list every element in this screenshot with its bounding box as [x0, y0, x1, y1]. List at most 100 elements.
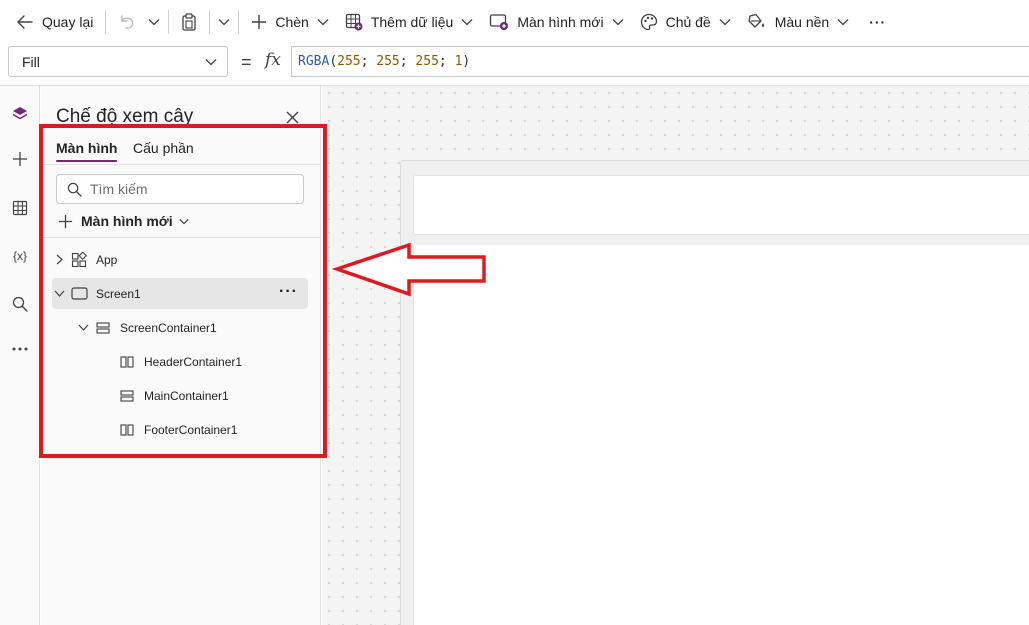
collapse-toggle[interactable] [76, 324, 90, 331]
back-label: Quay lại [42, 14, 94, 30]
tree-item-label: ScreenContainer1 [120, 320, 217, 335]
chevron-down-icon [54, 290, 64, 297]
chevron-down-icon [461, 19, 473, 26]
chevron-down-icon [218, 19, 230, 26]
design-canvas[interactable] [322, 86, 1029, 625]
panel-divider [41, 164, 321, 165]
search-rail-button[interactable] [4, 288, 36, 320]
tree-item-label: HeaderContainer1 [144, 354, 243, 369]
toolbar-divider [209, 10, 211, 34]
formula-separator: ; [360, 54, 377, 69]
formula-separator: ; [399, 54, 416, 69]
formula-paren-close: ) [462, 54, 471, 69]
add-data-button[interactable]: Thêm dữ liệu [337, 6, 482, 38]
tab-screens[interactable]: Màn hình [56, 140, 117, 156]
toolbar-divider [238, 10, 240, 34]
undo-dropdown-button[interactable] [144, 6, 164, 38]
search-icon [12, 296, 28, 312]
chevron-right-icon [56, 254, 63, 265]
horizontal-container-icon [118, 423, 136, 436]
tree-view-button[interactable] [4, 98, 36, 130]
paste-button[interactable] [173, 6, 205, 38]
tree-item-headercontainer1[interactable]: HeaderContainer1 [52, 346, 308, 377]
formula-arg: 255 [415, 54, 439, 69]
insert-button[interactable]: Chèn [243, 6, 336, 38]
new-screen-link[interactable]: Màn hình mới [58, 211, 189, 231]
formula-arg: 255 [337, 54, 361, 69]
app-icon [70, 251, 88, 268]
header-container-preview[interactable] [413, 175, 1029, 235]
power-apps-studio: Quay lại Chèn Thêm dữ liệu Màn hình mới … [0, 0, 1029, 625]
new-screen-label: Màn hình mới [517, 14, 604, 30]
formula-arg: 255 [376, 54, 400, 69]
paint-bucket-icon [748, 13, 764, 28]
palette-icon [640, 13, 657, 31]
search-icon [67, 182, 82, 197]
toolbar-divider [168, 10, 170, 34]
insert-label: Chèn [275, 14, 309, 30]
panel-divider [41, 237, 321, 238]
formula-paren-open: ( [329, 54, 338, 69]
main-container-preview[interactable] [413, 245, 1029, 625]
plus-icon [252, 15, 267, 29]
formula-separator: ; [438, 54, 455, 69]
tree-item-label: Screen1 [96, 286, 141, 301]
tree-view-panel: Chế độ xem cây Màn hình Cấu phần Màn hìn… [41, 86, 321, 625]
close-panel-button[interactable] [281, 106, 303, 128]
property-value: Fill [22, 53, 40, 70]
more-commands-button[interactable]: ··· [857, 6, 898, 38]
search-input[interactable] [90, 181, 290, 197]
plus-icon [58, 214, 73, 228]
add-data-label: Thêm dữ liệu [370, 14, 454, 30]
new-screen-button[interactable]: Màn hình mới [481, 6, 631, 38]
left-rail: {x} [0, 86, 40, 625]
undo-icon [121, 15, 134, 29]
fx-icon[interactable]: fx [265, 50, 281, 70]
undo-button[interactable] [110, 6, 144, 38]
variables-rail-button[interactable]: {x} [4, 240, 36, 272]
insert-rail-button[interactable] [4, 143, 36, 175]
panel-title: Chế độ xem cây [56, 106, 194, 127]
more-options-button[interactable]: ··· [279, 283, 298, 301]
screen-preview[interactable] [400, 160, 1029, 625]
vertical-container-icon [94, 321, 112, 334]
table-add-icon [345, 13, 363, 31]
more-rail-button[interactable] [4, 333, 36, 365]
tree-item-label: FooterContainer1 [144, 422, 238, 437]
chevron-down-icon [205, 58, 217, 65]
screen-add-icon [490, 14, 509, 30]
active-tab-indicator [56, 160, 117, 162]
table-icon [12, 200, 28, 216]
equals-sign: = [241, 52, 252, 72]
layers-icon [12, 107, 28, 120]
more-icon: ··· [869, 14, 887, 30]
tree-item-maincontainer1[interactable]: MainContainer1 [52, 380, 308, 411]
chevron-down-icon [78, 324, 88, 331]
tree-item-screen1[interactable]: Screen1 ··· [52, 278, 308, 309]
tree-item-footercontainer1[interactable]: FooterContainer1 [52, 414, 308, 445]
expand-toggle[interactable] [52, 254, 66, 265]
tree-item-app[interactable]: App [52, 244, 308, 275]
chevron-down-icon [317, 19, 329, 26]
data-rail-button[interactable] [4, 192, 36, 224]
background-color-label: Màu nền [774, 14, 830, 30]
horizontal-container-icon [118, 355, 136, 368]
tree-item-screencontainer1[interactable]: ScreenContainer1 [52, 312, 308, 343]
new-screen-label: Màn hình mới [81, 213, 173, 229]
background-color-button[interactable]: Màu nền [739, 6, 857, 38]
collapse-toggle[interactable] [52, 290, 66, 297]
back-button[interactable]: Quay lại [0, 6, 101, 38]
tree-item-label: MainContainer1 [144, 388, 229, 403]
arrow-left-icon [17, 15, 33, 29]
tree-item-label: App [96, 252, 118, 267]
command-bar: Quay lại Chèn Thêm dữ liệu Màn hình mới … [0, 0, 1029, 44]
theme-button[interactable]: Chủ đề [632, 6, 739, 38]
clipboard-icon [182, 13, 197, 31]
paste-dropdown-button[interactable] [214, 6, 234, 38]
property-dropdown[interactable]: Fill [8, 46, 228, 77]
tab-components[interactable]: Cấu phần [133, 140, 194, 156]
close-icon [286, 111, 298, 123]
formula-input[interactable]: RGBA(255; 255; 255; 1) [291, 46, 1029, 77]
formula-function: RGBA [298, 54, 330, 69]
search-box[interactable] [56, 174, 304, 204]
